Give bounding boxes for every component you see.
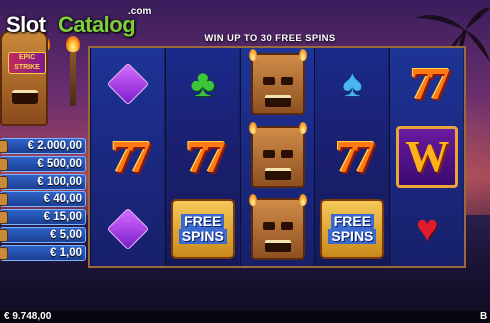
game-logo-tiki xyxy=(0,30,48,126)
free-spins-scatter-symbol: FREE SPINS xyxy=(170,199,235,260)
reel-cell: FREE SPINS xyxy=(166,193,240,265)
tiki-mask-symbol xyxy=(248,49,307,115)
reel-cell xyxy=(241,48,315,120)
reel-cell xyxy=(91,193,165,265)
game-logo-banner: EPIC STRIKE xyxy=(8,52,46,74)
tiki-mini-icon xyxy=(0,228,8,242)
paytable-row: € 1,00 xyxy=(0,244,86,261)
tiki-mini-icon xyxy=(0,157,8,171)
free-spins-banner: WIN UP TO 30 FREE SPINS xyxy=(204,33,336,44)
tiki-mini-icon xyxy=(0,193,8,207)
lucky-seven-symbol: 77 xyxy=(410,58,450,109)
blue-spade-icon: ♠ xyxy=(342,63,363,105)
reel-cell: FREE SPINS xyxy=(315,193,389,265)
reel-cell: 77 xyxy=(91,121,165,193)
reel-cell: ♠ xyxy=(315,48,389,120)
bet-label: B xyxy=(480,311,488,322)
paytable-row: € 100,00 xyxy=(0,173,86,190)
paytable-row: € 500,00 xyxy=(0,155,86,172)
reel-cell: 77 xyxy=(390,48,464,120)
wild-letter: W xyxy=(405,132,450,182)
paytable: € 2.000,00 € 500,00 € 100,00 € 40,00 € 1… xyxy=(0,138,86,266)
tiki-mini-icon xyxy=(0,140,8,153)
reel-3 xyxy=(239,48,315,266)
reel-cell: ♥ xyxy=(390,193,464,265)
reel-cell: ♣ xyxy=(166,48,240,120)
purple-diamond-icon xyxy=(106,62,150,106)
lucky-seven-symbol: 77 xyxy=(111,130,151,182)
reel-cell xyxy=(241,121,315,193)
reel-cell xyxy=(241,193,315,265)
bottom-status-bar xyxy=(0,311,490,323)
reel-cell: W xyxy=(390,121,464,193)
reel-cell: 77 xyxy=(315,121,389,193)
reel-2: ♣ 77 FREE SPINS xyxy=(164,48,240,266)
free-spins-text: FREE xyxy=(181,214,225,230)
reel-cell xyxy=(91,48,165,120)
tiki-mini-icon xyxy=(0,211,8,225)
tiki-mask-symbol xyxy=(248,121,307,188)
purple-diamond-icon xyxy=(106,207,150,251)
lucky-seven-symbol: 77 xyxy=(185,130,226,182)
tiki-mini-icon xyxy=(0,246,8,260)
lucky-seven-symbol: 77 xyxy=(335,130,375,182)
paytable-row: € 15,00 xyxy=(0,209,86,226)
reel-cell: 77 xyxy=(166,121,240,193)
green-club-icon: ♣ xyxy=(190,63,216,105)
paytable-row: € 40,00 xyxy=(0,191,86,208)
paytable-row: € 2.000,00 xyxy=(0,138,86,154)
watermark: Slot Catalog .com xyxy=(4,5,154,39)
tiki-mask-symbol xyxy=(248,194,307,261)
watermark-slot: Slot xyxy=(6,12,46,37)
balance-value: € 9.748,00 xyxy=(4,311,52,322)
free-spins-text: SPINS xyxy=(328,229,377,245)
tiki-mini-icon xyxy=(0,175,8,189)
wild-symbol: W xyxy=(396,125,459,188)
torch-decoration xyxy=(66,36,80,106)
reel-4: ♠ 77 FREE SPINS xyxy=(314,48,389,266)
paytable-row: € 5,00 xyxy=(0,226,86,243)
reels-grid: 77 ♣ 77 FREE SPINS ♠ 77 FREE SPINS 77 W ♥ xyxy=(88,46,466,268)
watermark-catalog: Catalog xyxy=(58,12,136,37)
red-heart-icon: ♥ xyxy=(415,208,439,251)
free-spins-text: FREE xyxy=(330,214,375,230)
watermark-com: .com xyxy=(128,6,152,17)
free-spins-text: SPINS xyxy=(178,229,227,245)
reel-5: 77 W ♥ xyxy=(389,48,464,266)
reel-1: 77 xyxy=(90,48,164,266)
free-spins-scatter-symbol: FREE SPINS xyxy=(320,199,385,260)
